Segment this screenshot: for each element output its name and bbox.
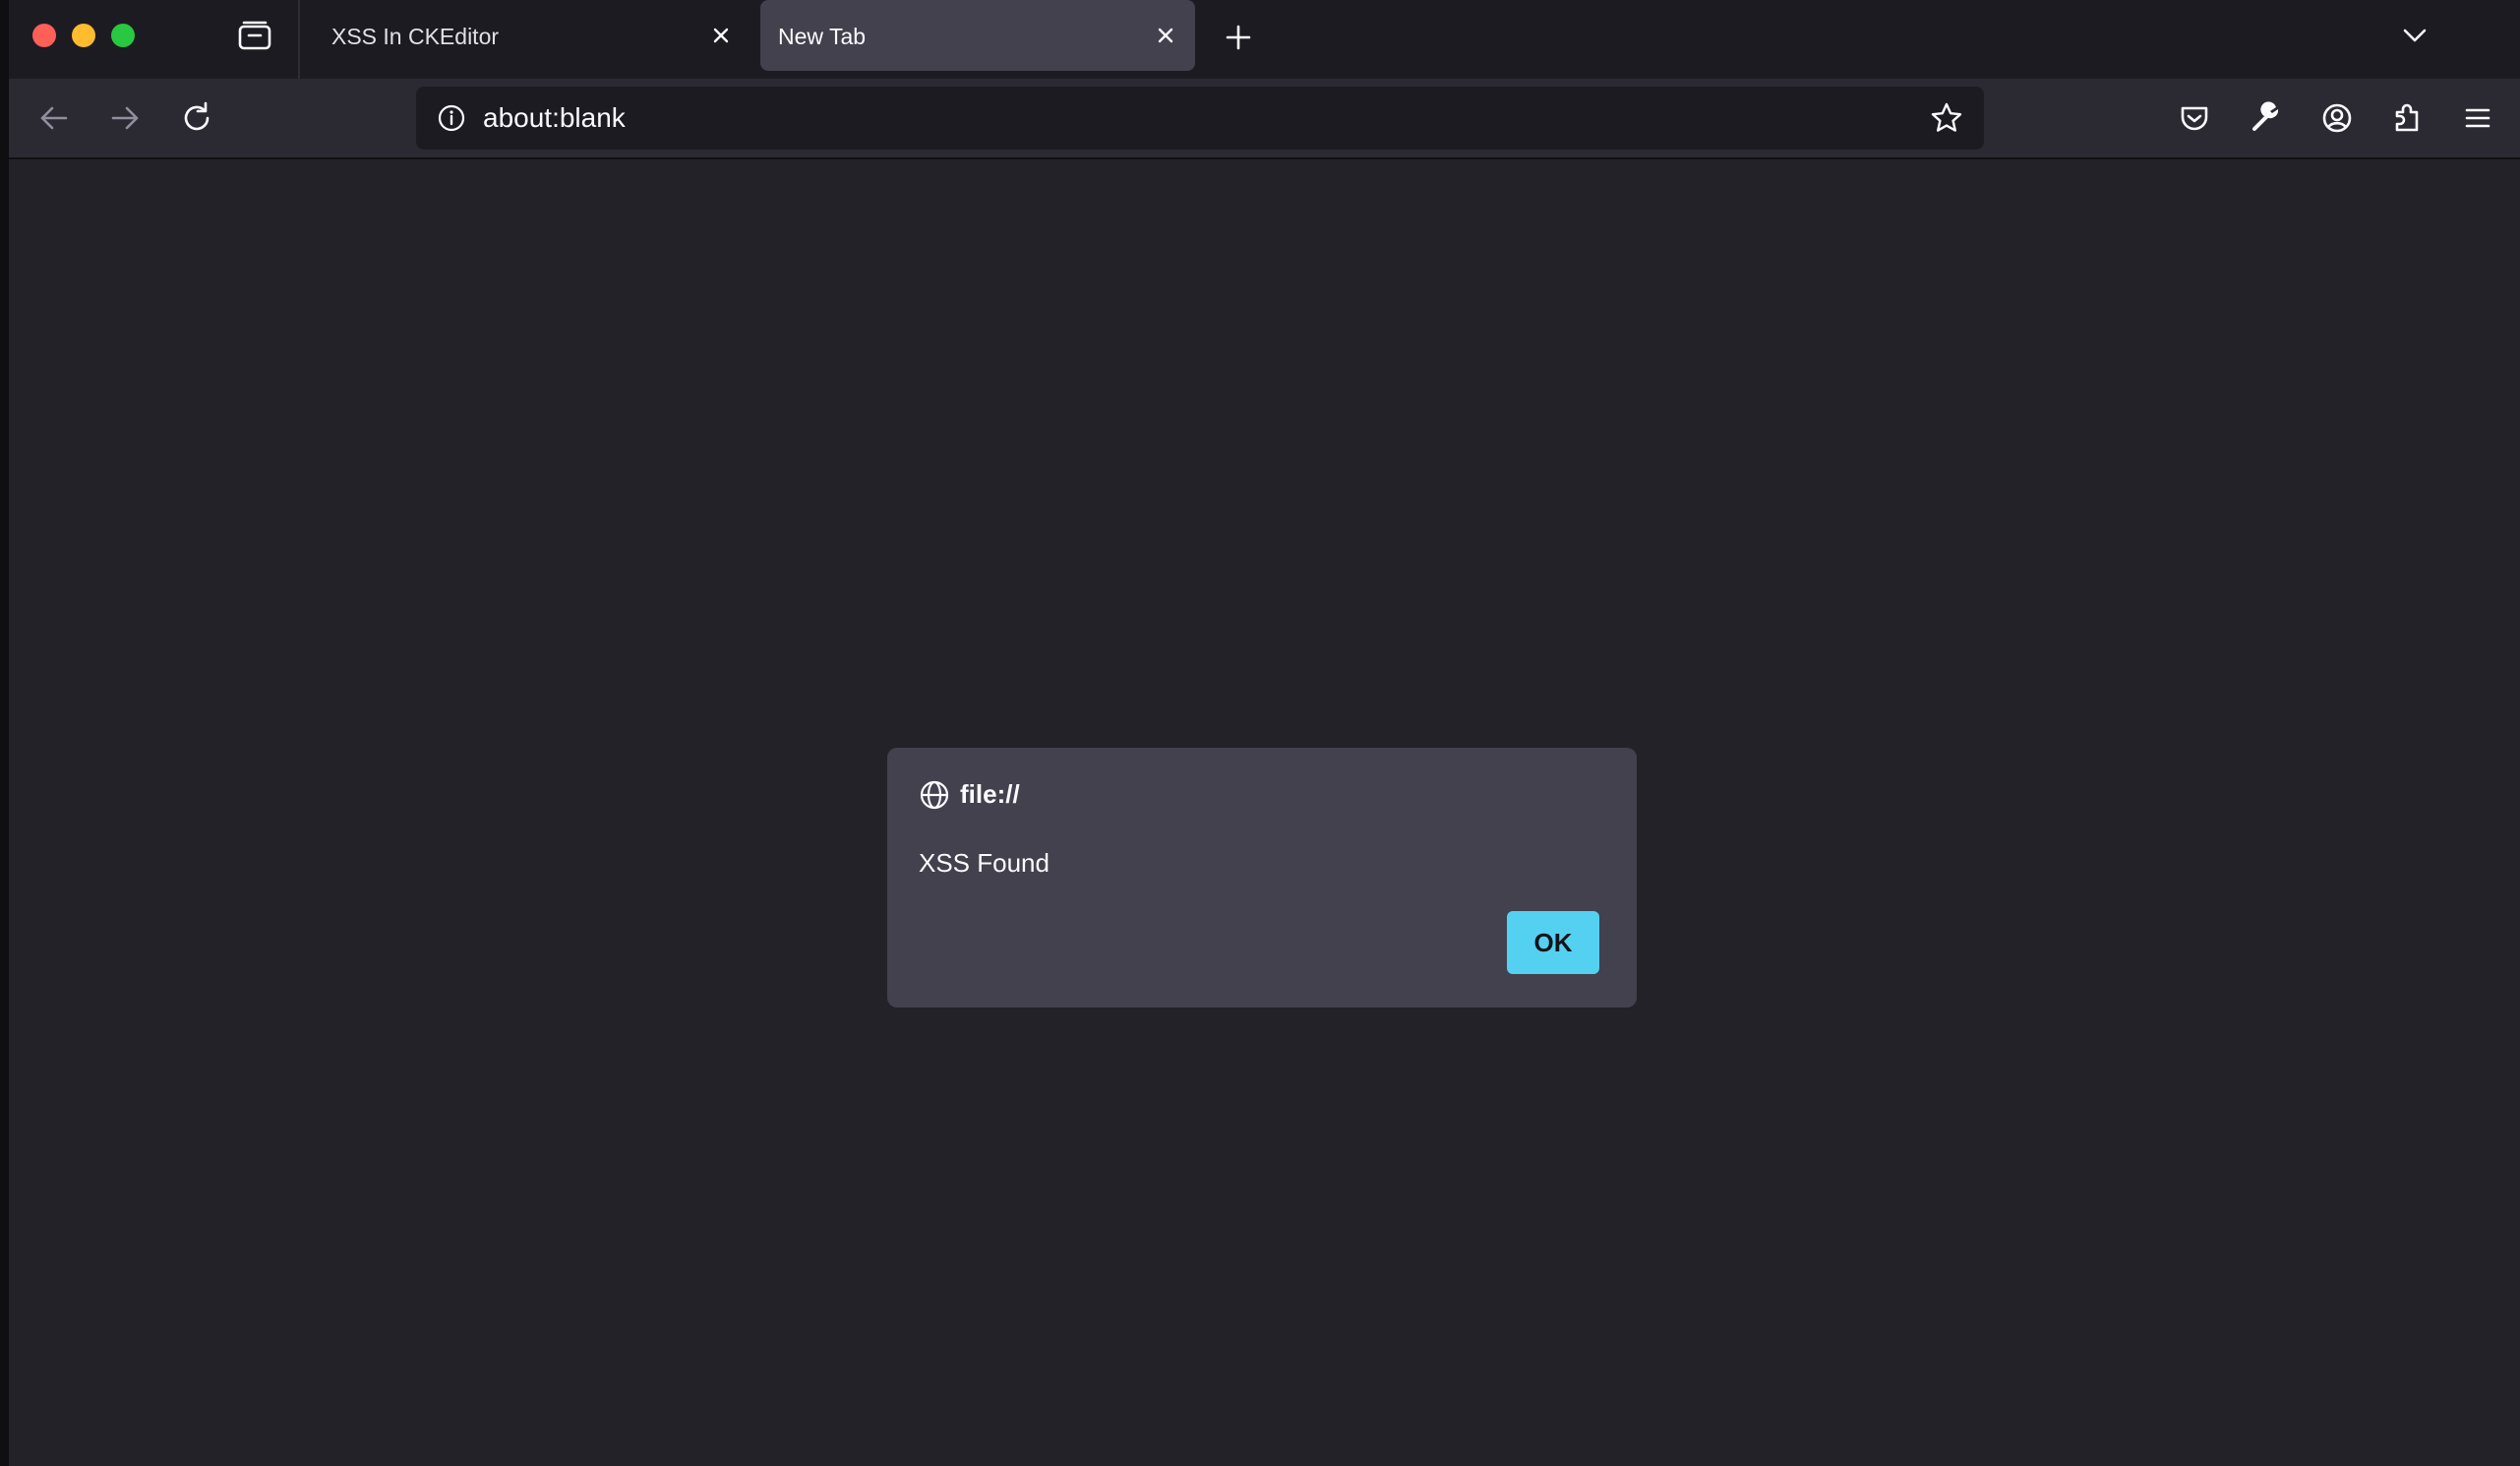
navigation-toolbar: about:blank [9, 79, 2520, 159]
ok-button[interactable]: OK [1507, 911, 1599, 974]
close-icon[interactable] [1152, 22, 1179, 49]
tab-label: XSS In CKEditor [331, 24, 500, 49]
url-text[interactable]: about:blank [483, 102, 626, 134]
star-icon[interactable] [1929, 100, 1964, 136]
wrench-icon[interactable] [2246, 98, 2285, 138]
tab-separator [298, 0, 300, 79]
tab-bar: XSS In CKEditor New Tab [9, 0, 2520, 79]
close-icon[interactable] [707, 22, 735, 49]
info-icon[interactable] [436, 102, 467, 134]
tab-xss-in-ckeditor[interactable]: XSS In CKEditor [314, 0, 747, 71]
hamburger-menu-icon[interactable] [2458, 98, 2497, 138]
browser-window: XSS In CKEditor New Tab about:blank file… [0, 0, 2520, 1466]
forward-arrow-icon[interactable] [105, 98, 145, 138]
window-minimize-button[interactable] [72, 24, 95, 47]
reload-icon[interactable] [177, 98, 216, 138]
chevron-down-icon[interactable] [2397, 18, 2432, 53]
window-zoom-button[interactable] [111, 24, 135, 47]
puzzle-icon[interactable] [2387, 98, 2427, 138]
dialog-origin: file:// [960, 779, 1020, 809]
window-edge [0, 0, 9, 1466]
account-icon[interactable] [2317, 98, 2357, 138]
address-bar[interactable]: about:blank [416, 87, 1984, 150]
globe-icon [919, 779, 950, 811]
alert-dialog: file:// XSS Found OK [887, 748, 1637, 1008]
tab-new-tab[interactable]: New Tab [760, 0, 1195, 71]
pocket-icon[interactable] [2175, 98, 2214, 138]
back-arrow-icon[interactable] [34, 98, 74, 138]
tab-label: New Tab [778, 24, 867, 49]
plus-icon[interactable] [1221, 20, 1256, 55]
tab-list-icon[interactable] [235, 20, 274, 53]
dialog-message: XSS Found [919, 848, 1050, 878]
window-close-button[interactable] [32, 24, 56, 47]
